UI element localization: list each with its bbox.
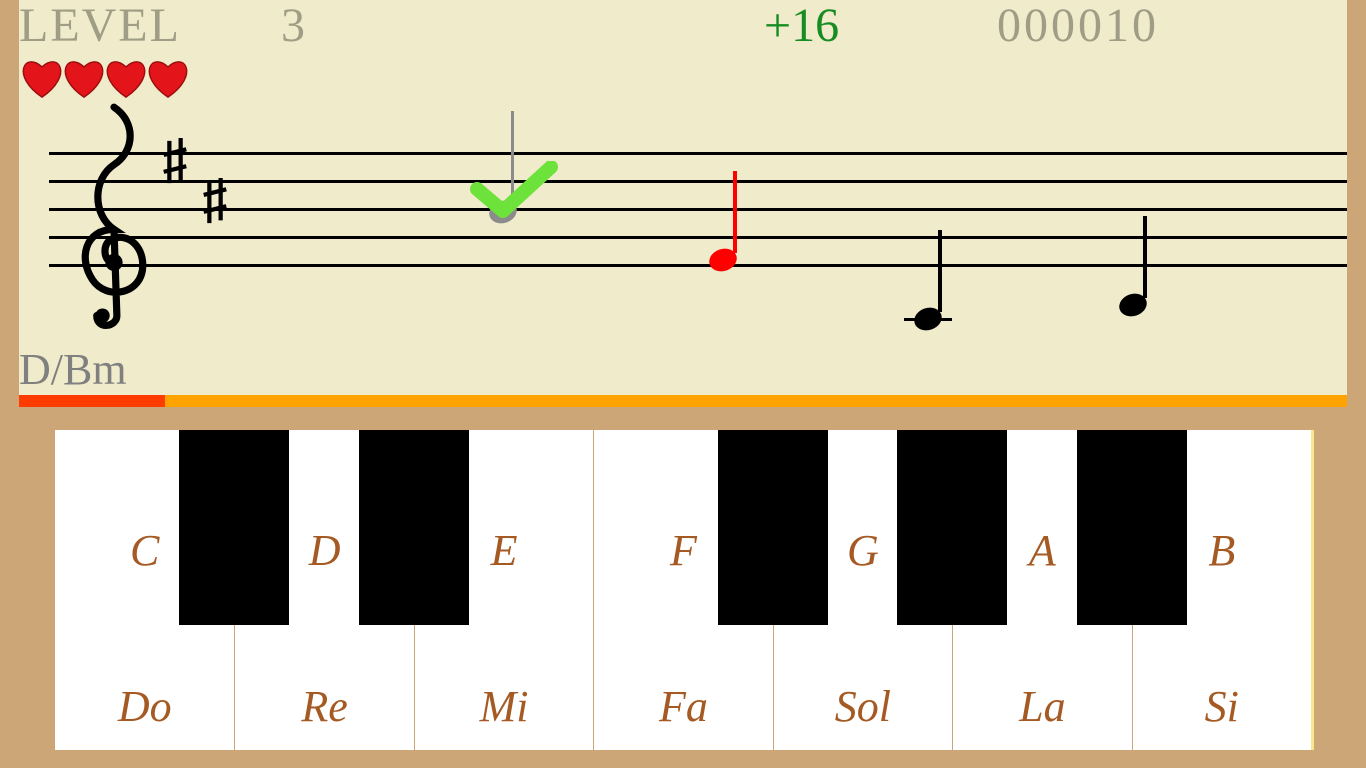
key-solfege: Fa bbox=[594, 681, 772, 732]
staff-line bbox=[49, 236, 1347, 239]
key-signature-label: D/Bm bbox=[19, 344, 127, 395]
black-key-4[interactable] bbox=[897, 430, 1007, 625]
score-counter: 000010 bbox=[997, 0, 1159, 53]
level-label: LEVEL bbox=[19, 0, 181, 53]
black-key-5[interactable] bbox=[1077, 430, 1187, 625]
key-solfege: Do bbox=[55, 681, 234, 732]
black-key-1[interactable] bbox=[359, 430, 469, 625]
staff-panel: LEVEL 3 +16 000010 D/Bm bbox=[19, 0, 1347, 395]
points-delta: +16 bbox=[764, 0, 839, 53]
black-key-0[interactable] bbox=[179, 430, 289, 625]
key-solfege: La bbox=[953, 681, 1131, 732]
progress-bar bbox=[19, 395, 1347, 407]
heart-icon bbox=[103, 55, 149, 99]
hearts-container bbox=[19, 55, 187, 99]
sharp-icon bbox=[199, 178, 231, 231]
key-solfege: Si bbox=[1133, 681, 1311, 732]
level-number: 3 bbox=[281, 0, 305, 53]
piano-keyboard: CDoDReEMiFFaGSolALaBSi bbox=[55, 430, 1311, 750]
progress-bar-fill bbox=[19, 395, 165, 407]
treble-clef-icon bbox=[59, 100, 169, 335]
key-solfege: Re bbox=[235, 681, 413, 732]
sharp-icon bbox=[159, 138, 191, 191]
staff-line bbox=[49, 152, 1347, 155]
game-frame: LEVEL 3 +16 000010 D/Bm CDoDReEMiFFaGSol… bbox=[0, 0, 1366, 768]
heart-icon bbox=[145, 55, 191, 99]
ledger-line bbox=[904, 318, 952, 321]
staff-line bbox=[49, 264, 1347, 267]
checkmark-icon bbox=[469, 161, 559, 226]
staff-line bbox=[49, 180, 1347, 183]
key-solfege: Mi bbox=[415, 681, 593, 732]
staff-line bbox=[49, 208, 1347, 211]
heart-icon bbox=[61, 55, 107, 99]
black-key-3[interactable] bbox=[718, 430, 828, 625]
heart-icon bbox=[19, 55, 65, 99]
piano-right-edge bbox=[1311, 430, 1314, 750]
key-solfege: Sol bbox=[774, 681, 952, 732]
